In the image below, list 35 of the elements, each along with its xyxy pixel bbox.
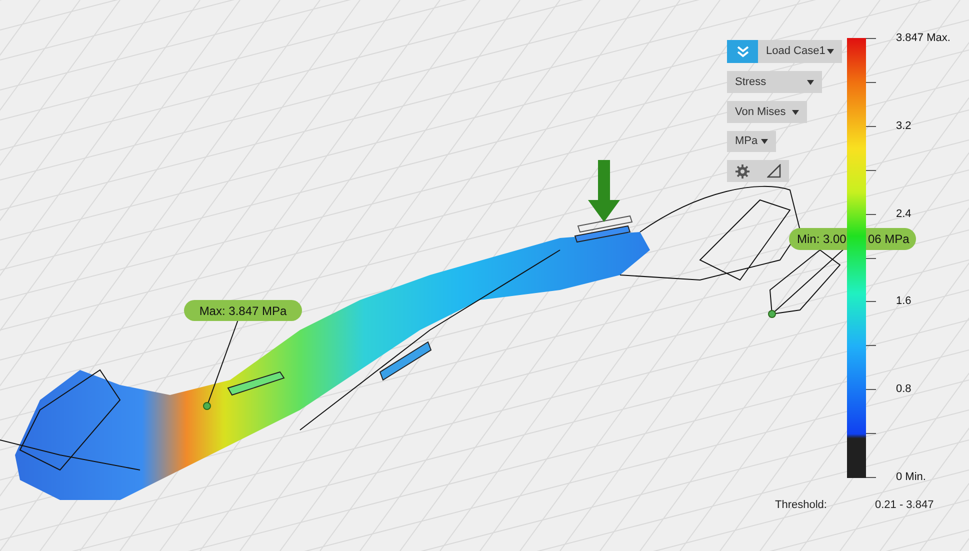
tick-mark [866, 345, 876, 346]
caret-icon [827, 49, 834, 54]
tick-mark [866, 38, 876, 39]
min-stress-label: 06 MPa [868, 232, 910, 246]
criterion-dropdown[interactable]: Von Mises [727, 101, 807, 123]
threshold-label: Threshold: [775, 498, 827, 513]
scale-value: 2.4 [896, 208, 912, 220]
caret-icon [760, 139, 768, 144]
scale-value: 1.6 [896, 295, 912, 307]
threshold-range: 0.21 - 3.847 [875, 498, 934, 513]
tick-mark [866, 82, 876, 83]
tick-mark [866, 126, 876, 127]
min-point-marker [768, 310, 776, 318]
triangle-ruler-icon[interactable] [766, 164, 781, 178]
max-point-marker [203, 402, 211, 410]
scale-value: 3.847 Max. [896, 32, 950, 44]
tick-mark [866, 170, 876, 171]
tick-mark [866, 477, 876, 478]
results-toggle-button[interactable] [727, 40, 758, 63]
double-chevron-icon [736, 44, 750, 58]
caret-icon [792, 110, 799, 114]
unit-dropdown[interactable]: MPa [727, 131, 776, 152]
min-stress-label: Min: 3.00 [797, 232, 846, 246]
max-stress-label: Max: 3.847 MPa [184, 300, 302, 321]
tick-mark [866, 389, 876, 390]
tick-mark [866, 301, 876, 302]
tick-mark [866, 214, 876, 215]
caret-icon [807, 80, 814, 84]
tick-mark [866, 258, 876, 259]
scale-value: 3.2 [896, 120, 912, 132]
scale-value: 0.8 [896, 383, 912, 395]
scale-value: 0 Min. [896, 471, 926, 483]
load-case-dropdown[interactable]: Load Case1 [758, 40, 842, 63]
tick-mark [866, 433, 876, 434]
result-type-dropdown[interactable]: Stress [727, 71, 822, 93]
